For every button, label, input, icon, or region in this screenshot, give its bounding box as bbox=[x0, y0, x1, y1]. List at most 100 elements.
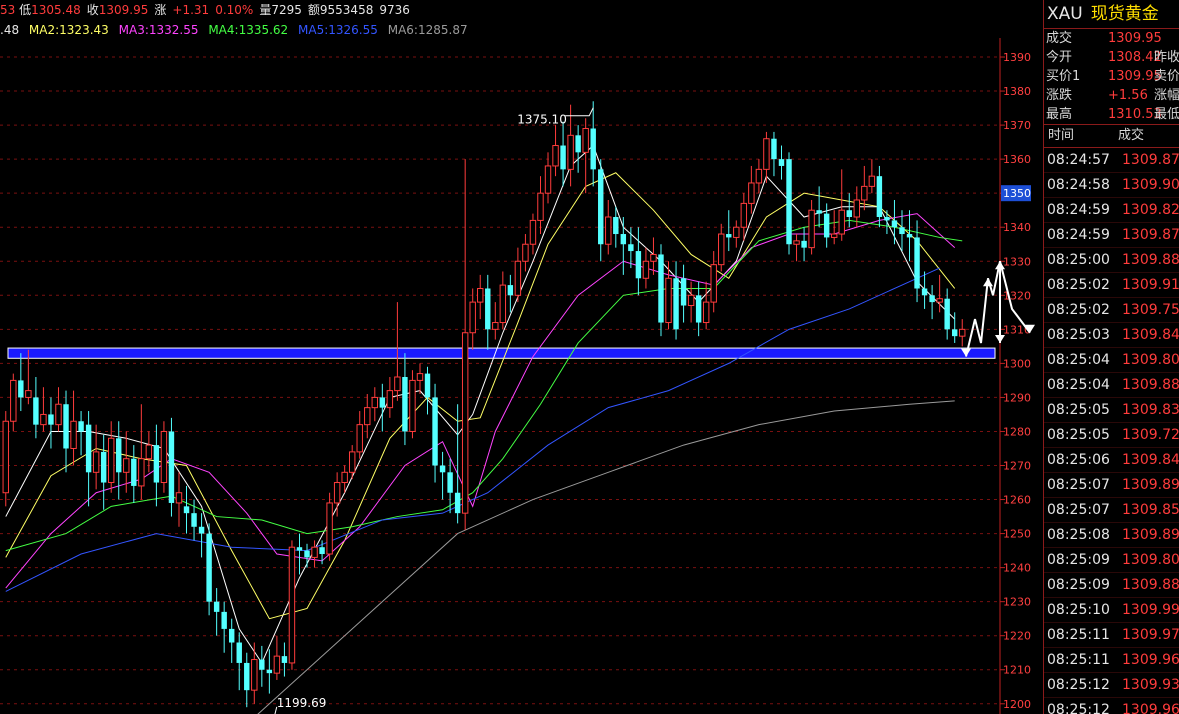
tick-row[interactable]: 08:25:03 1309.84 bbox=[1044, 323, 1179, 348]
change-label: 涨 bbox=[154, 3, 167, 17]
tick-price: 1309.96 bbox=[1122, 702, 1179, 714]
candle-body-up bbox=[288, 546, 296, 664]
quote-row-bid: 买价1 1309.95 卖价 bbox=[1044, 67, 1179, 86]
tick-time: 08:25:04 bbox=[1047, 352, 1110, 368]
y-tick-label: 1290 bbox=[1003, 391, 1031, 404]
candle-body-up bbox=[537, 192, 544, 221]
tick-row[interactable]: 08:24:57 1309.87 bbox=[1044, 148, 1179, 173]
candle-body-up bbox=[642, 260, 650, 279]
tick-row[interactable]: 08:25:00 1309.88 bbox=[1044, 248, 1179, 273]
change-percent: 0.10% bbox=[215, 3, 254, 17]
candle-body-up bbox=[529, 219, 537, 245]
tick-time: 08:24:57 bbox=[1047, 152, 1110, 168]
tick-row[interactable]: 08:25:10 1309.99 bbox=[1044, 598, 1179, 623]
candle-body-up bbox=[492, 322, 499, 330]
tick-row[interactable]: 08:24:59 1309.82 bbox=[1044, 198, 1179, 223]
candle-body-down bbox=[85, 424, 92, 473]
tick-row[interactable]: 08:25:09 1309.80 bbox=[1044, 548, 1179, 573]
tick-list[interactable]: 08:24:57 1309.87 08:24:58 1309.90 08:24:59 13… bbox=[1044, 148, 1179, 714]
tick-price: 1309.72 bbox=[1122, 427, 1179, 443]
tick-row[interactable]: 08:25:07 1309.85 bbox=[1044, 498, 1179, 523]
kline-chart[interactable]: 1390 1380 1370 1360 1350 1340 1330 1320 1310 1300… bbox=[0, 0, 1040, 714]
tick-row[interactable]: 08:25:12 1309.93 bbox=[1044, 673, 1179, 698]
tick-row[interactable]: 08:25:12 1309.96 bbox=[1044, 698, 1179, 714]
tick-price: 1309.85 bbox=[1122, 502, 1179, 518]
candle-body-up bbox=[469, 301, 476, 334]
candle-body-up bbox=[55, 403, 62, 426]
candle-body-down bbox=[100, 451, 107, 483]
tick-row[interactable]: 08:25:02 1309.91 bbox=[1044, 273, 1179, 298]
candle-body-down bbox=[296, 547, 303, 551]
tick-time: 08:25:00 bbox=[1047, 252, 1110, 268]
candle-body-up bbox=[251, 659, 258, 691]
tick-time: 08:25:08 bbox=[1047, 527, 1110, 543]
candle-body-up bbox=[552, 145, 559, 167]
quote-row-open: 今开 1308.42 昨收 bbox=[1044, 48, 1179, 67]
tick-row[interactable]: 08:25:02 1309.75 bbox=[1044, 298, 1179, 323]
high-marker-line bbox=[565, 107, 594, 117]
candle-body-up bbox=[748, 182, 755, 204]
candle-body-down bbox=[560, 145, 566, 170]
tick-row[interactable]: 08:24:59 1309.87 bbox=[1044, 223, 1179, 248]
candle-body-up bbox=[10, 379, 17, 422]
candle-body-up bbox=[665, 277, 672, 324]
tick-row[interactable]: 08:25:11 1309.97 bbox=[1044, 623, 1179, 648]
tick-row[interactable]: 08:25:05 1309.72 bbox=[1044, 423, 1179, 448]
tick-row[interactable]: 08:25:06 1309.84 bbox=[1044, 448, 1179, 473]
tick-time: 08:25:05 bbox=[1047, 402, 1110, 418]
candle-body-up bbox=[793, 240, 800, 245]
candle-body-up bbox=[861, 185, 868, 201]
candle-body-down bbox=[635, 251, 642, 279]
candle-body-down bbox=[680, 278, 687, 306]
tick-row[interactable]: 08:25:08 1309.89 bbox=[1044, 523, 1179, 548]
tick-row[interactable]: 08:25:11 1309.96 bbox=[1044, 648, 1179, 673]
tick-row[interactable]: 08:25:04 1309.88 bbox=[1044, 373, 1179, 398]
close-label: 收 bbox=[86, 3, 99, 17]
quote-label: 买价1 bbox=[1046, 69, 1081, 84]
quote-label: 最高 bbox=[1046, 107, 1073, 122]
candle-body-down bbox=[778, 159, 785, 166]
change-value: +1.31 bbox=[172, 3, 210, 17]
tick-row[interactable]: 08:25:04 1309.80 bbox=[1044, 348, 1179, 373]
tick-price: 1309.93 bbox=[1122, 677, 1179, 693]
y-tick-label: 1250 bbox=[1003, 528, 1031, 541]
candle-body-up bbox=[499, 284, 507, 324]
candle-body-down bbox=[183, 506, 190, 514]
tick-row[interactable]: 08:24:58 1309.90 bbox=[1044, 173, 1179, 198]
tick-price: 1309.88 bbox=[1122, 577, 1179, 593]
tick-row[interactable]: 08:25:09 1309.88 bbox=[1044, 573, 1179, 598]
candle-body-up bbox=[687, 294, 695, 307]
candle-body-up bbox=[710, 264, 717, 303]
candle-body-down bbox=[304, 550, 310, 558]
candle-body-up bbox=[123, 458, 130, 473]
tick-price: 1309.84 bbox=[1122, 452, 1179, 468]
ma4-label: MA4:1335.62 bbox=[208, 23, 289, 37]
candle-body-down bbox=[726, 234, 732, 238]
volume-label: 量 bbox=[259, 3, 272, 17]
candle-body-up bbox=[311, 546, 318, 558]
quote-label: 涨跌 bbox=[1046, 88, 1073, 103]
candle-body-down bbox=[259, 659, 265, 670]
extra-value: 9736 bbox=[379, 3, 410, 17]
candle-body-down bbox=[846, 210, 852, 218]
tick-price: 1309.84 bbox=[1122, 327, 1179, 343]
tick-time: 08:25:09 bbox=[1047, 577, 1110, 593]
tick-time: 08:25:09 bbox=[1047, 552, 1110, 568]
instrument-name: 现货黄金 bbox=[1090, 4, 1159, 24]
tick-time: 08:25:02 bbox=[1047, 277, 1110, 293]
candle-body-up bbox=[326, 502, 333, 555]
ma3-label: MA3:1332.55 bbox=[118, 23, 199, 37]
tick-row[interactable]: 08:25:07 1309.89 bbox=[1044, 473, 1179, 498]
tick-time: 08:25:07 bbox=[1047, 477, 1110, 493]
candle-body-up bbox=[107, 437, 115, 484]
candle-body-down bbox=[78, 421, 84, 432]
candle-body-up bbox=[567, 134, 574, 170]
ma-line-ma3 bbox=[5, 213, 956, 589]
tick-row[interactable]: 08:25:05 1309.83 bbox=[1044, 398, 1179, 423]
candlestick-svg[interactable]: 1390138013701360135013401330132013101300… bbox=[0, 0, 1040, 714]
tick-time: 08:25:07 bbox=[1047, 502, 1110, 518]
candle-body-down bbox=[206, 533, 212, 602]
candle-body-down bbox=[244, 662, 250, 691]
y-tick-label: 1330 bbox=[1003, 255, 1031, 268]
tick-list-header: 时间 成交 bbox=[1044, 124, 1179, 148]
